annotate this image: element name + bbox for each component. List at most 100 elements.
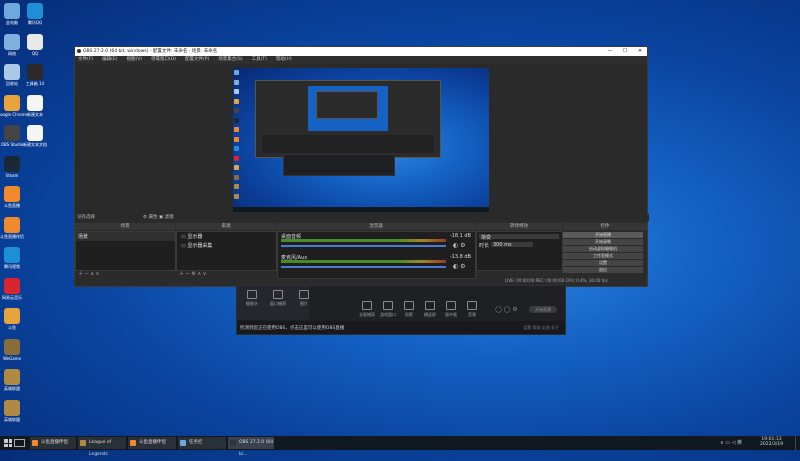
- desktop-icon[interactable]: Steam: [0, 155, 27, 178]
- duration-input[interactable]: 300 ms: [491, 242, 533, 248]
- desktop-icon[interactable]: 新建文本: [20, 94, 50, 117]
- desktop-icon[interactable]: 英雄联盟: [0, 399, 27, 422]
- tool-button[interactable]: 画中画: [441, 301, 461, 318]
- tool-label: 游戏窗口: [380, 312, 396, 317]
- tray-icons[interactable]: ∧ ▭ ◁ 英: [720, 439, 742, 446]
- nested-taskbar: [233, 207, 489, 212]
- desktop-icon[interactable]: 工具箱 14: [20, 64, 50, 86]
- settings-icons[interactable]: ◯ ◯ ⚙: [495, 306, 518, 313]
- app-icon: [4, 155, 20, 172]
- desktop-icon-label: 腾讯视频: [4, 264, 20, 269]
- obs-titlebar[interactable]: OBS 27.2.0 (64 bit, windows) - 配置文件: 未命名…: [75, 47, 647, 56]
- obs-window: OBS 27.2.0 (64 bit, windows) - 配置文件: 未命名…: [74, 46, 649, 287]
- obs-title: OBS 27.2.0 (64 bit, windows) - 配置文件: 未命名…: [83, 49, 218, 54]
- taskbar-app[interactable]: League of Legends: [78, 437, 126, 457]
- windows-start-icon[interactable]: [4, 439, 12, 447]
- no-selection-label: 没有选择: [77, 215, 95, 220]
- desktop-icon-label: 斗鱼直播伴侣: [0, 233, 24, 239]
- streamer-app: 摄像头 窗口捕获 图片 全屏捕获 游戏窗口 投影 横竖屏 画中画 音频 开始直播 ◯ ◯ ⚙ …: [236, 285, 566, 335]
- source-type-button[interactable]: 窗口捕获: [267, 290, 289, 307]
- app-icon: [4, 33, 20, 50]
- tool-label: 横竖屏: [424, 312, 436, 317]
- desktop-icon-label: 新建文本: [27, 111, 43, 117]
- control-button[interactable]: 开始直播: [563, 232, 643, 238]
- source-item[interactable]: ▭ 显示器: [177, 232, 276, 241]
- source-controls[interactable]: ＋ − ⚙ ∧ ∨: [179, 270, 206, 277]
- nested-docks: [262, 135, 434, 153]
- tool-button[interactable]: 全屏捕获: [357, 301, 377, 318]
- app-icon: [4, 186, 20, 202]
- source-item[interactable]: ▭ 显示器采集: [177, 241, 276, 250]
- start-live-button[interactable]: 开始直播: [529, 306, 557, 313]
- tool-button[interactable]: 游戏窗口: [378, 301, 398, 318]
- menu-item[interactable]: 配置文件(P): [185, 56, 209, 64]
- task-view-icon[interactable]: [14, 439, 25, 447]
- source-toolbar: 没有选择 ⚙ 属性 ▣ 滤镜: [75, 214, 649, 221]
- desktop-icon[interactable]: 英雄联盟: [0, 369, 27, 391]
- minimize-icon[interactable]: —: [603, 47, 617, 56]
- taskbar-app[interactable]: 斗鱼直播伴侣: [30, 437, 76, 449]
- source-type-button[interactable]: 图片: [293, 290, 315, 307]
- control-button[interactable]: 工作室模式: [563, 253, 643, 259]
- desktop-icon[interactable]: 网易云音乐: [0, 277, 27, 300]
- scene-item[interactable]: 场景: [76, 232, 175, 241]
- taskbar-app[interactable]: OBS 27.2.0 (64 bi...: [228, 437, 274, 457]
- tool-button[interactable]: 音频: [462, 301, 482, 318]
- app-icon: [4, 64, 20, 80]
- desktop-icon[interactable]: QQ: [20, 33, 50, 56]
- menu-item[interactable]: 文件(F): [78, 56, 93, 64]
- desktop-icon[interactable]: 腾讯QQ: [20, 3, 50, 25]
- tool-icon: [467, 301, 477, 310]
- app-icon: [4, 3, 20, 19]
- maximize-icon[interactable]: ☐: [618, 47, 632, 56]
- show-desktop-button[interactable]: [795, 436, 800, 450]
- tool-button[interactable]: 投影: [399, 301, 419, 318]
- volume-slider-mic[interactable]: [281, 266, 446, 268]
- tool-icon: [383, 301, 393, 310]
- app-icon: [4, 216, 20, 233]
- desktop-icon-label: QQ: [31, 50, 39, 56]
- scene-controls[interactable]: ＋ − ∧ ∨: [78, 270, 99, 277]
- taskbar-app[interactable]: 任务栏: [178, 437, 226, 449]
- footer-links[interactable]: 设置 帮助 反馈 关于: [523, 325, 559, 331]
- menu-item[interactable]: 场景集合(S): [218, 56, 242, 64]
- desktop-icon[interactable]: 新建文本文档: [20, 125, 50, 147]
- obs-notice[interactable]: 检测到您正在使用OBS，点击这里可以使用OBS直播: [240, 325, 344, 331]
- app-icon: [27, 64, 43, 80]
- menu-item[interactable]: 编辑(E): [102, 56, 117, 64]
- duration-label: 时长: [479, 243, 490, 249]
- volume-slider-desktop[interactable]: [281, 245, 446, 247]
- menu-item[interactable]: 帮助(H): [276, 56, 292, 64]
- mic-icon[interactable]: ◐ ⚙: [453, 263, 466, 270]
- menu-item[interactable]: 工具(T): [252, 56, 267, 64]
- properties-filters[interactable]: ⚙ 属性 ▣ 滤镜: [143, 214, 174, 221]
- app-icon: [4, 125, 20, 141]
- desktop-icon[interactable]: 腾讯视频: [0, 247, 27, 269]
- scenes-header: 场景: [75, 223, 175, 230]
- clock[interactable]: 19:01:13 2022/3/19: [760, 437, 783, 447]
- desktop-icon[interactable]: WeGame: [0, 338, 27, 361]
- desktop-icon[interactable]: 斗鱼直播: [0, 186, 27, 208]
- taskbar-app[interactable]: 斗鱼直播伴侣: [128, 437, 176, 449]
- control-button[interactable]: 开始录制: [563, 239, 643, 245]
- tool-button[interactable]: 横竖屏: [420, 301, 440, 318]
- source-type-button[interactable]: 摄像头: [241, 290, 263, 307]
- app-icon: [4, 338, 20, 355]
- audio-mixer: 桌面音频 -18.1 dB ◐ ⚙ 麦克风/Aux -13.8 dB ◐ ⚙: [277, 231, 476, 279]
- speaker-icon[interactable]: ◐ ⚙: [453, 242, 466, 249]
- obs-preview[interactable]: [75, 64, 647, 214]
- desktop-icon[interactable]: 斗鱼直播伴侣: [0, 216, 27, 239]
- desktop-icon[interactable]: 斗鱼: [0, 308, 27, 330]
- close-icon[interactable]: ✕: [633, 47, 647, 56]
- transition-select[interactable]: 渐变: [479, 234, 559, 241]
- control-button[interactable]: 启动虚拟摄像机: [563, 246, 643, 252]
- menu-item[interactable]: 停靠窗口(D): [151, 56, 176, 64]
- taskbar-app-icon: [80, 440, 86, 446]
- app-icon: [4, 277, 20, 294]
- controls-header: 控件: [563, 223, 647, 230]
- menu-item[interactable]: 视图(V): [126, 56, 142, 64]
- app-icon: [4, 247, 20, 263]
- desktop-icon-label: 斗鱼: [8, 325, 16, 330]
- control-button[interactable]: 设置: [563, 260, 643, 266]
- control-button[interactable]: 退出: [563, 267, 643, 273]
